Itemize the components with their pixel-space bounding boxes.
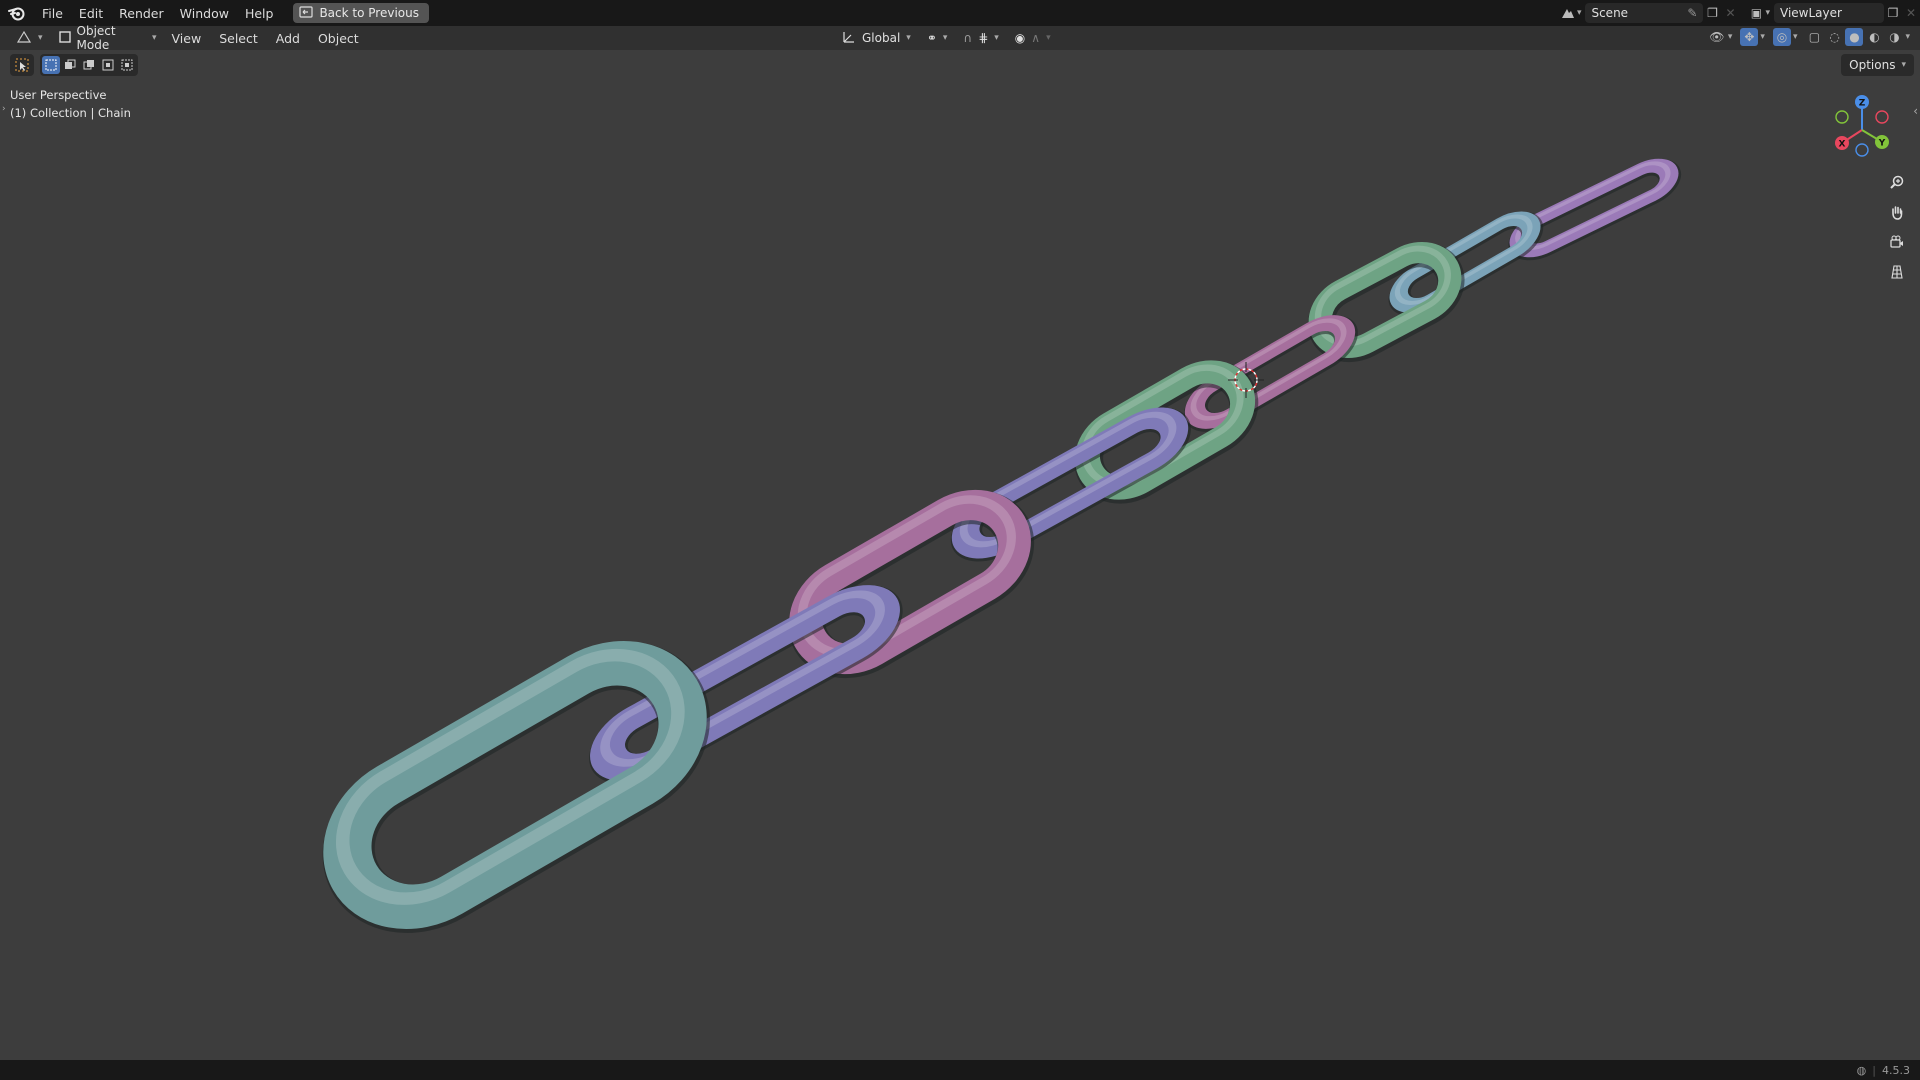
orientation-icon (842, 30, 856, 47)
scene-chevron-icon[interactable]: ▾ (1577, 8, 1582, 18)
camera-view-icon[interactable] (1883, 230, 1911, 254)
select-invert-icon[interactable] (99, 56, 117, 74)
pin-icon[interactable]: ✎ (1687, 6, 1697, 20)
rendered-shading-icon[interactable]: ◑ (1885, 28, 1903, 46)
view-layer-type-icon[interactable]: ▣ (1747, 4, 1765, 22)
snap-toggle[interactable]: ∩ ⋕ ▾ (957, 28, 1004, 48)
mode-selector[interactable]: Object Mode ▾ (53, 24, 163, 52)
network-globe-icon[interactable]: ◍ (1857, 1064, 1867, 1077)
blender-logo-icon[interactable] (0, 0, 34, 26)
material-shading-icon[interactable]: ◐ (1865, 28, 1883, 46)
options-label: Options (1849, 58, 1896, 72)
editor-type-button[interactable]: ▾ (10, 28, 49, 48)
falloff-chevron-icon: ▾ (1046, 33, 1051, 43)
menu-edit[interactable]: Edit (71, 6, 111, 21)
back-to-previous-label: Back to Previous (319, 6, 419, 20)
mode-label: Object Mode (76, 24, 116, 52)
gizmo-y-label: Y (1878, 139, 1886, 149)
gizmo-chevron-icon[interactable]: ▾ (1760, 32, 1765, 42)
perspective-label: User Perspective (10, 88, 107, 102)
gizmo-toggle-icon[interactable]: ✥ (1740, 28, 1759, 46)
pivot-selector[interactable]: ⚭ ▾ (921, 28, 954, 48)
shading-chevron-icon[interactable]: ▾ (1905, 32, 1910, 42)
solid-shading-icon[interactable]: ● (1845, 28, 1864, 46)
menu-select[interactable]: Select (210, 31, 267, 46)
zoom-icon[interactable] (1883, 170, 1911, 194)
snap-chevron-icon: ▾ (994, 33, 999, 43)
collection-label: (1) Collection | Chain (10, 106, 131, 120)
view-layer-name: ViewLayer (1780, 6, 1842, 20)
scene-name: Scene (1591, 6, 1629, 20)
view-layer-chevron-icon[interactable]: ▾ (1765, 8, 1770, 18)
new-scene-icon[interactable]: ❐ (1703, 4, 1721, 22)
magnet-icon: ∩ (963, 31, 973, 45)
new-view-layer-icon[interactable]: ❐ (1884, 4, 1902, 22)
remove-view-layer-icon[interactable]: ✕ (1902, 4, 1920, 22)
select-new-icon[interactable] (42, 56, 60, 74)
chain-links (318, 158, 1682, 935)
wireframe-shading-icon[interactable]: ◌ (1825, 28, 1843, 46)
pivot-icon: ⚭ (926, 31, 937, 45)
overlays-chevron-icon[interactable]: ▾ (1793, 32, 1798, 42)
chain-model[interactable] (0, 50, 1920, 1060)
menu-add[interactable]: Add (267, 31, 309, 46)
transform-orientation-selector[interactable]: Global ▾ (836, 28, 917, 48)
scene-selector[interactable]: Scene ✎ (1585, 3, 1704, 23)
menu-help[interactable]: Help (237, 6, 282, 21)
falloff-icon: ∧ (1031, 31, 1041, 45)
chain-link-3[interactable] (1307, 237, 1465, 363)
menu-view[interactable]: View (163, 31, 211, 46)
remove-scene-icon[interactable]: ✕ (1721, 4, 1739, 22)
visibility-chevron-icon[interactable]: ▾ (1728, 32, 1733, 42)
status-divider: | (1872, 1063, 1876, 1077)
select-tool-button[interactable] (10, 54, 34, 76)
gizmo-neg-z-icon[interactable] (1855, 143, 1869, 157)
scene-type-icon[interactable] (1559, 4, 1577, 22)
viewport-info: User Perspective (1) Collection | Chain (10, 86, 131, 122)
overlays-toggle-icon[interactable]: ◎ (1772, 28, 1791, 46)
screen-back-icon (299, 5, 314, 21)
gizmo-x-label: X (1839, 140, 1846, 150)
gizmo-neg-x-icon[interactable] (1875, 110, 1889, 124)
xray-toggle-icon[interactable]: ▢ (1805, 28, 1823, 46)
chain-link-9[interactable] (318, 629, 710, 935)
toolbar-toggle-icon[interactable]: › (2, 104, 6, 114)
select-intersect-icon[interactable] (118, 56, 136, 74)
options-dropdown[interactable]: Options ▾ (1841, 54, 1914, 76)
gizmo-neg-y-icon[interactable] (1835, 110, 1849, 124)
sidebar-toggle-icon[interactable]: ‹ (1913, 104, 1918, 118)
pivot-chevron-icon: ▾ (942, 33, 948, 43)
pan-hand-icon[interactable] (1883, 200, 1911, 224)
options-chevron-icon: ▾ (1901, 60, 1906, 70)
3d-viewport[interactable]: Options ▾ User Perspective (1) Collectio… (0, 50, 1920, 1060)
menu-file[interactable]: File (34, 6, 71, 21)
mode-chevron-icon: ▾ (152, 33, 157, 43)
proportional-edit-icon: ◉ (1014, 31, 1026, 45)
orientation-chevron-icon: ▾ (906, 33, 911, 43)
select-extend-icon[interactable] (61, 56, 79, 74)
status-bar: ◍ | 4.5.3 (0, 1060, 1920, 1080)
version-label: 4.5.3 (1882, 1063, 1910, 1077)
object-mode-icon (58, 30, 71, 46)
selection-mode-group (40, 54, 138, 76)
proportional-edit-toggle[interactable]: ◉ ∧ ▾ (1009, 28, 1057, 48)
perspective-grid-icon[interactable] (1883, 260, 1911, 284)
viewport-header: ▾ Object Mode ▾ View Select Add Object G… (0, 24, 1920, 52)
view-layer-selector[interactable]: ViewLayer (1774, 3, 1884, 23)
editor-type-chevron-icon: ▾ (38, 33, 43, 43)
chain-link-7[interactable] (786, 482, 1035, 679)
back-to-previous-button[interactable]: Back to Previous (293, 3, 429, 23)
select-subtract-icon[interactable] (80, 56, 98, 74)
menu-render[interactable]: Render (111, 6, 172, 21)
menu-window[interactable]: Window (172, 6, 237, 21)
menu-object[interactable]: Object (309, 31, 368, 46)
editor-type-icon (16, 30, 32, 47)
navigation-gizmo[interactable]: Z X Y (1820, 90, 1900, 170)
gizmo-z-label: Z (1859, 99, 1866, 109)
snap-grid-icon: ⋕ (978, 31, 989, 45)
orientation-label: Global (862, 31, 901, 45)
visibility-icon[interactable]: 👁 (1708, 28, 1726, 46)
top-bar: File Edit Render Window Help Back to Pre… (0, 0, 1920, 26)
